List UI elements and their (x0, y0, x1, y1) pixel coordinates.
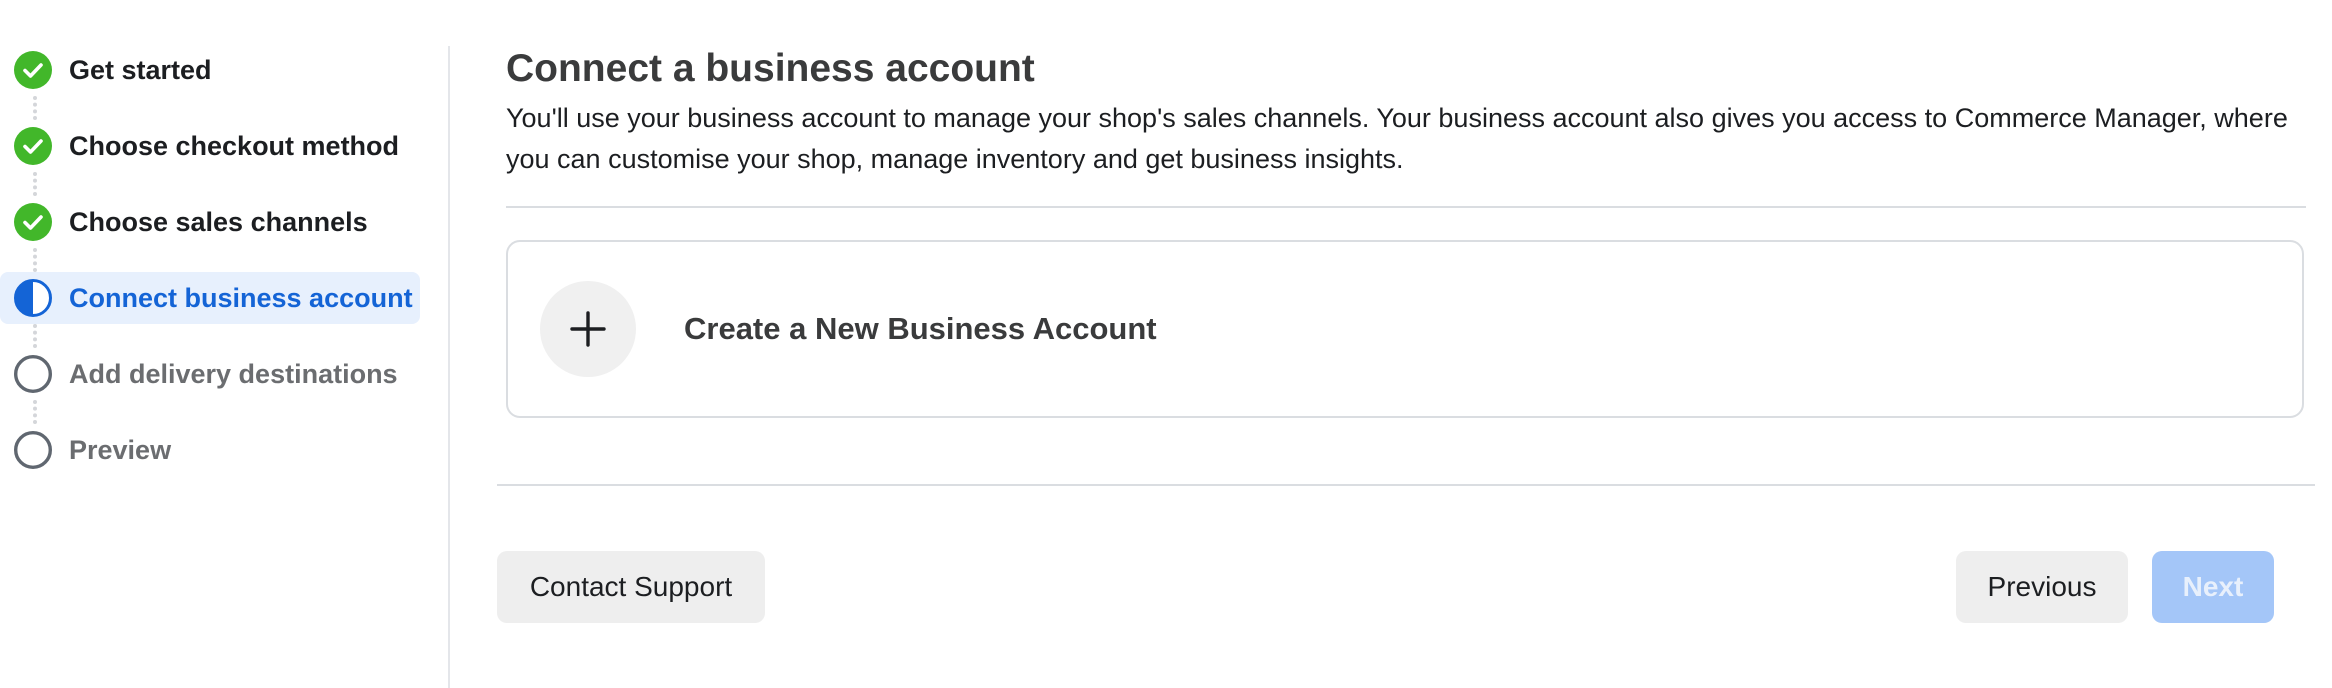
contact-support-button[interactable]: Contact Support (497, 551, 765, 623)
step-connector (33, 172, 37, 196)
page-title: Connect a business account (506, 47, 1035, 90)
step-connector (33, 248, 37, 272)
page-description: You'll use your business account to mana… (506, 103, 2288, 174)
step-label: Choose sales channels (69, 206, 368, 237)
step-label: Preview (69, 434, 172, 465)
checkmark-circle-icon (14, 203, 52, 241)
plus-icon (540, 281, 636, 377)
divider (497, 484, 2315, 486)
step-label: Get started (69, 54, 212, 85)
main-content: Connect a business account You'll use yo… (506, 44, 2306, 180)
empty-circle-icon (14, 355, 52, 393)
step-choose-checkout-method[interactable]: Choose checkout method (0, 120, 420, 172)
step-label: Connect business account (69, 282, 413, 313)
step-preview[interactable]: Preview (0, 424, 420, 476)
step-add-delivery-destinations[interactable]: Add delivery destinations (0, 348, 420, 400)
step-connector (33, 324, 37, 348)
create-business-account-label: Create a New Business Account (684, 311, 1157, 346)
step-label: Choose checkout method (69, 130, 400, 161)
divider (506, 206, 2306, 208)
create-business-account-card[interactable]: Create a New Business Account (506, 240, 2304, 418)
empty-circle-icon (14, 431, 52, 469)
onboarding-page: Get started Choose checkout method Choos… (0, 0, 2332, 688)
next-button[interactable]: Next (2152, 551, 2274, 623)
step-list: Get started Choose checkout method Choos… (0, 44, 420, 500)
step-get-started[interactable]: Get started (0, 44, 420, 96)
step-connector (33, 400, 37, 424)
previous-button[interactable]: Previous (1956, 551, 2128, 623)
checkmark-circle-icon (14, 51, 52, 89)
rail-divider (448, 46, 450, 688)
step-connector (33, 96, 37, 120)
step-connect-business-account[interactable]: Connect business account (0, 272, 420, 324)
step-choose-sales-channels[interactable]: Choose sales channels (0, 196, 420, 248)
checkmark-circle-icon (14, 127, 52, 165)
half-filled-circle-icon (14, 279, 52, 317)
step-label: Add delivery destinations (69, 358, 398, 389)
